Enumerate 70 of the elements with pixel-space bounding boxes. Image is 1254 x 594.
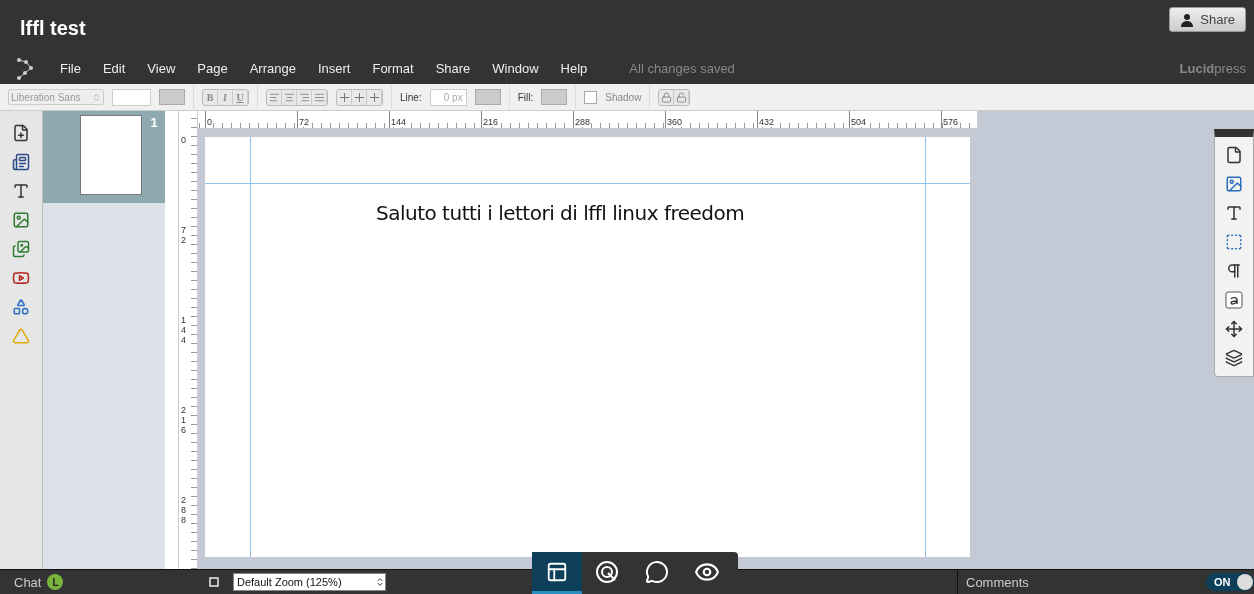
ruler-label: 432 — [759, 117, 775, 127]
menu-item[interactable]: Help — [560, 61, 588, 77]
vertical-align-button[interactable] — [367, 89, 382, 105]
vertical-align-button[interactable] — [352, 89, 367, 105]
pilcrow-icon[interactable] — [1225, 262, 1243, 280]
menu-item[interactable]: Arrange — [249, 61, 296, 77]
user-avatar: L — [47, 574, 64, 590]
comments-toggle[interactable]: ON — [1206, 573, 1254, 591]
text-icon[interactable] — [1225, 204, 1243, 222]
text-color-swatch[interactable] — [159, 89, 185, 105]
ruler-label: 144 — [391, 117, 407, 127]
share-button[interactable]: Share — [1169, 7, 1246, 33]
ruler-label: 72 — [299, 117, 309, 127]
menu-item[interactable]: Edit — [102, 61, 126, 77]
view-tab[interactable] — [532, 552, 582, 594]
ruler-label: 360 — [667, 117, 683, 127]
ruler-label: 216 — [483, 117, 499, 127]
save-status: All changes saved — [629, 61, 736, 77]
add-page-icon[interactable] — [12, 124, 30, 142]
ruler-label: 504 — [851, 117, 867, 127]
ruler-label: 288 — [575, 117, 591, 127]
line-color-swatch[interactable] — [474, 89, 501, 105]
ruler-label: 576 — [943, 117, 959, 127]
menu-item[interactable]: Page — [197, 61, 228, 77]
layers-icon[interactable] — [1225, 349, 1243, 367]
align-button[interactable] — [267, 89, 282, 105]
align-button[interactable] — [297, 89, 312, 105]
text-icon[interactable] — [12, 182, 30, 200]
align-button[interactable] — [282, 89, 297, 105]
image-icon[interactable] — [12, 211, 30, 229]
chat-label[interactable]: Chat — [14, 574, 42, 590]
ruler-label: 0 — [207, 117, 212, 127]
target-icon — [595, 559, 619, 584]
speech-bubble-icon — [645, 559, 669, 584]
layout-icon — [546, 560, 568, 583]
font-size-field[interactable] — [112, 88, 151, 106]
menu-item[interactable]: Share — [435, 61, 471, 77]
chevron-icon — [92, 92, 101, 102]
menu-item[interactable]: Format — [372, 61, 414, 77]
shadow-label: Shadow — [605, 91, 642, 103]
chevron-icon — [375, 577, 385, 587]
text-frame-icon[interactable] — [12, 153, 30, 171]
menu-item[interactable]: Window — [492, 61, 539, 77]
maximize-icon[interactable] — [209, 577, 219, 587]
logo-icon — [16, 57, 34, 80]
image-icon[interactable] — [1225, 175, 1243, 193]
menu-item[interactable]: Insert — [317, 61, 351, 77]
unlock-button[interactable] — [674, 89, 690, 105]
page-number: 1 — [150, 115, 158, 132]
text-box[interactable]: Saluto tutti i lettori di lffl linux freedom — [376, 201, 745, 225]
person-icon — [1180, 12, 1195, 27]
line-label: Line: — [400, 91, 422, 103]
brand-logo: Lucidpress — [1179, 61, 1246, 77]
align-button[interactable] — [312, 89, 327, 105]
fill-label: Fill: — [517, 91, 534, 103]
shadow-checkbox[interactable] — [584, 90, 598, 104]
document-title: lffl test — [20, 17, 86, 41]
lock-button[interactable] — [659, 89, 675, 105]
vertical-align-button[interactable] — [337, 89, 352, 105]
shapes-icon[interactable] — [12, 298, 30, 316]
video-icon[interactable] — [12, 269, 30, 287]
fill-color-swatch[interactable] — [541, 89, 568, 105]
zoom-select[interactable]: Default Zoom (125%) — [233, 573, 386, 591]
comments-label[interactable]: Comments — [966, 574, 1029, 590]
page-icon[interactable] — [1225, 146, 1243, 164]
menu-item[interactable]: File — [60, 61, 81, 77]
character-icon[interactable] — [1225, 291, 1243, 309]
resize-icon[interactable] — [1225, 320, 1243, 338]
images-icon[interactable] — [12, 240, 30, 258]
menu-item[interactable]: View — [147, 61, 176, 77]
